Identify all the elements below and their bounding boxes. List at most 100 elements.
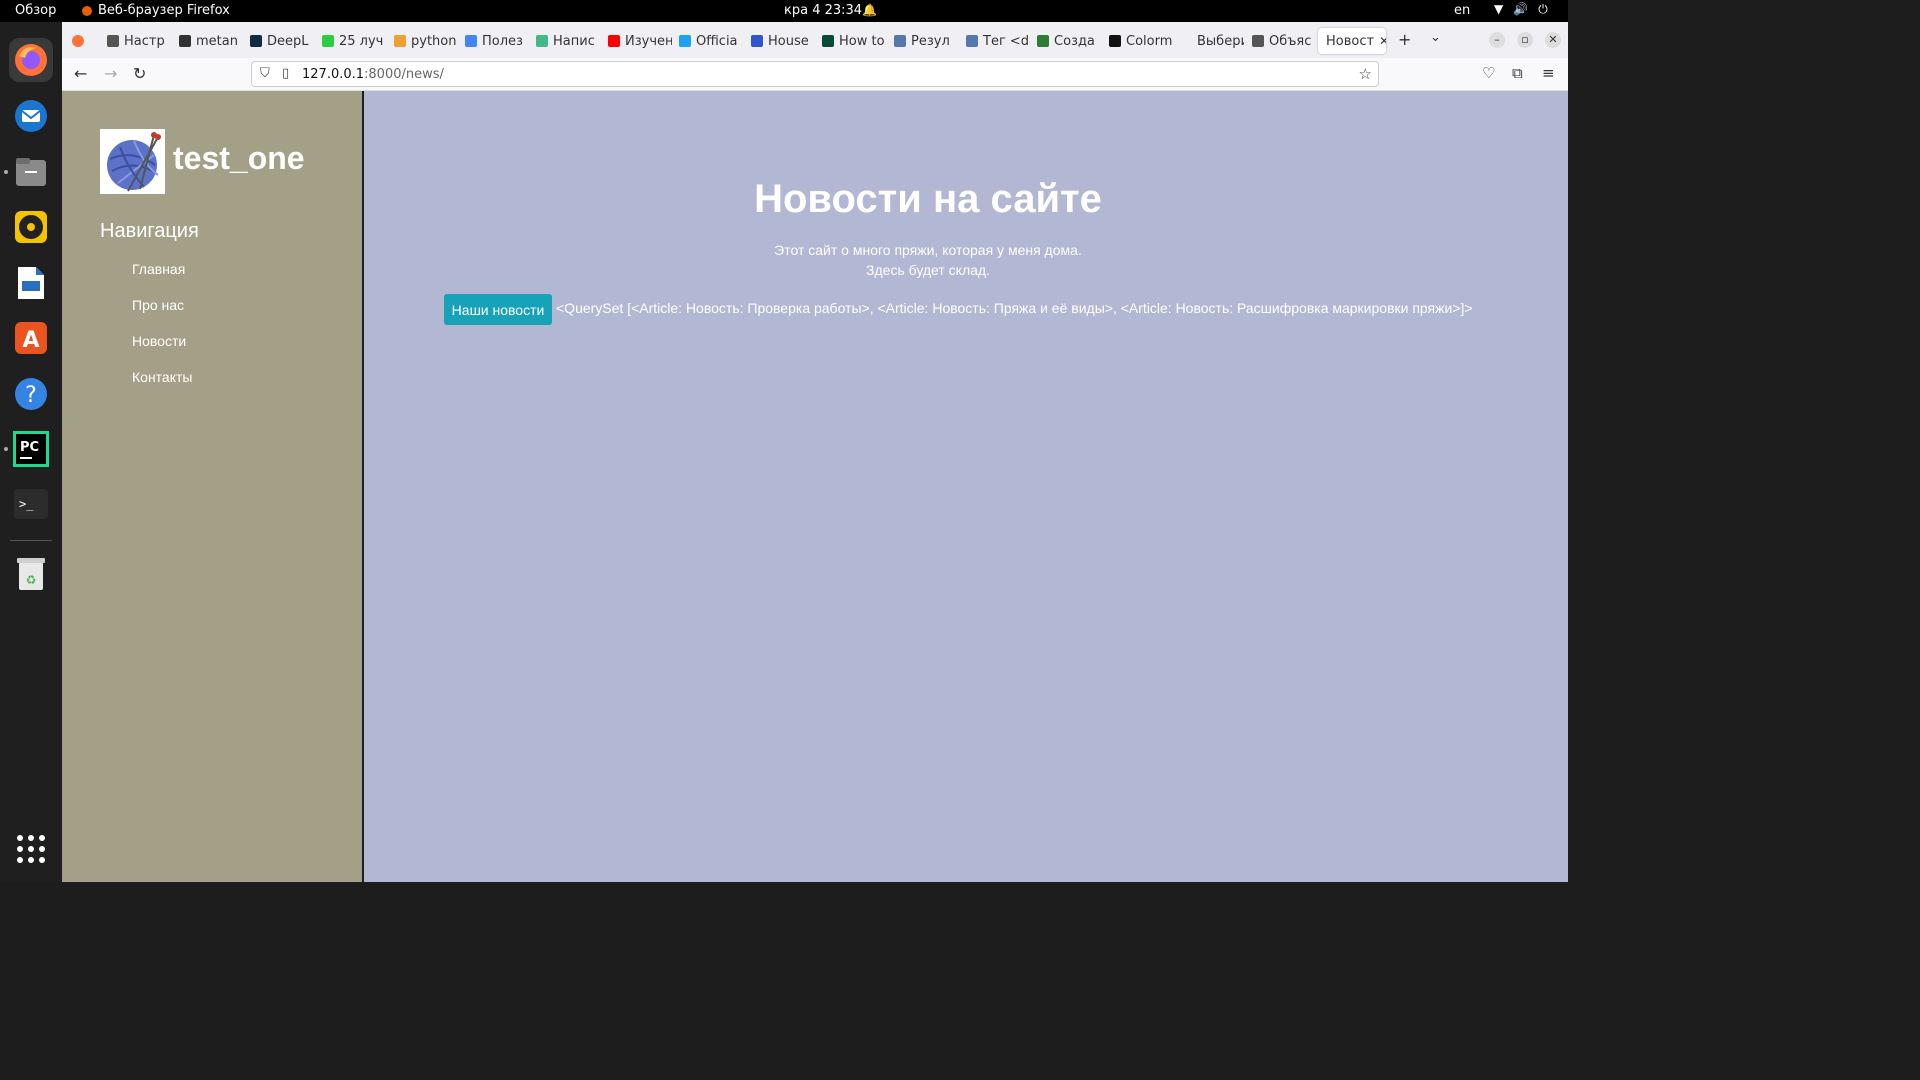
tab-favicon-icon [608, 35, 620, 47]
browser-tab[interactable]: Настр [107, 28, 171, 54]
browser-tab[interactable]: How to [822, 28, 886, 54]
clock[interactable]: кра 4 23:34 [784, 3, 862, 18]
tab-label: Colorm [1126, 33, 1173, 49]
firefox-icon[interactable] [9, 38, 53, 82]
tab-favicon-icon [536, 35, 548, 47]
active-app-indicator[interactable]: Веб-браузер Firefox [82, 3, 230, 18]
list-all-tabs-icon[interactable]: ⌄ [1430, 30, 1441, 45]
site-sidebar: test_one Навигация Главная Про нас Новос… [62, 91, 362, 882]
queryset-output: <QuerySet [<Article: Новость: Проверка р… [556, 300, 1473, 316]
our-news-button[interactable]: Наши новости [444, 294, 552, 325]
reload-button[interactable]: ↻ [133, 64, 146, 83]
nav-link-contacts[interactable]: Контакты [132, 369, 192, 405]
browser-tab[interactable]: Colorm [1109, 28, 1173, 54]
files-icon[interactable] [9, 150, 53, 194]
browser-tab[interactable]: Выберит [1180, 28, 1244, 54]
browser-tab[interactable]: 25 луч [322, 28, 386, 54]
tab-label: Настр [124, 33, 165, 49]
forward-button[interactable]: → [104, 64, 117, 83]
browser-tab[interactable]: python [394, 28, 458, 54]
url-host: 127.0.0.1 [302, 67, 365, 82]
tab-label: Выберит [1197, 33, 1244, 49]
running-indicator [4, 170, 8, 174]
active-app-name: Веб-браузер Firefox [98, 3, 230, 18]
pocket-icon[interactable]: ♡ [1482, 64, 1495, 82]
site-main-content: Новости на сайте Этот сайт о много пряжи… [364, 91, 1568, 882]
nav-link-news[interactable]: Новости [132, 333, 192, 369]
browser-tab[interactable]: Полез [465, 28, 529, 54]
close-tab-icon[interactable]: ✕ [1379, 34, 1386, 48]
bookmark-star-icon[interactable]: ☆ [1359, 65, 1372, 83]
back-button[interactable]: ← [74, 64, 87, 83]
writer-icon[interactable] [9, 261, 53, 305]
svg-text:?: ? [25, 383, 37, 408]
tab-favicon-icon [966, 35, 978, 47]
tab-favicon-icon [179, 35, 191, 47]
nav-link-about[interactable]: Про нас [132, 297, 192, 333]
dock-separator [10, 540, 52, 541]
power-icon: ⏻ [1538, 2, 1548, 16]
new-tab-button[interactable]: + [1398, 30, 1411, 49]
activities-overview[interactable]: Обзор [15, 3, 56, 18]
wifi-icon: ▼ [1494, 2, 1504, 16]
rhythmbox-icon[interactable] [9, 205, 53, 249]
close-window-button[interactable]: ✕ [1545, 32, 1561, 48]
browser-tab[interactable]: Резул [894, 28, 958, 54]
minimize-button[interactable]: – [1489, 32, 1505, 48]
browser-tab[interactable]: Объяс [1252, 28, 1316, 54]
browser-tab[interactable]: Изучен [608, 28, 672, 54]
url-path: :8000/news/ [364, 67, 444, 82]
browser-tab-bar: Настр metan DeepL 25 луч python Полез Напис Изу… [62, 22, 1568, 58]
svg-text:PC: PC [20, 440, 39, 455]
show-applications-icon[interactable] [17, 835, 45, 863]
tab-active[interactable]: Новост ✕ [1318, 28, 1386, 54]
keyboard-layout[interactable]: en [1454, 3, 1470, 18]
thunderbird-icon[interactable] [9, 94, 53, 138]
svg-text:♻: ♻ [26, 573, 37, 587]
browser-tab[interactable]: House [751, 28, 815, 54]
menu-icon[interactable]: ≡ [1542, 64, 1555, 82]
tab-label: Officia [696, 33, 738, 49]
firefox-view-icon [72, 35, 84, 47]
system-tray[interactable]: ▼ 🔊 ⏻ [1494, 2, 1548, 17]
site-title: test_one [173, 140, 305, 176]
tab-favicon-icon [322, 35, 334, 47]
browser-tab[interactable]: DeepL [250, 28, 314, 54]
extensions-icon[interactable]: ⧉ [1512, 64, 1523, 82]
description-line: Этот сайт о много пряжи, которая у меня … [774, 242, 1082, 258]
tab-label: Созда [1054, 33, 1095, 49]
tab-label: 25 луч [339, 33, 384, 49]
tab-label: Новост [1326, 33, 1375, 49]
restore-button[interactable]: ▫ [1517, 32, 1533, 48]
tab-favicon-icon [1252, 35, 1264, 47]
running-indicator [4, 447, 8, 451]
site-nav-list: Главная Про нас Новости Контакты [132, 261, 192, 405]
url-bar[interactable]: ⛉ ▯ 127.0.0.1:8000/news/ ☆ [251, 61, 1379, 87]
system-top-bar: Обзор Веб-браузер Firefox кра 4 23:34 🔔 … [0, 0, 1568, 22]
firefox-view-tab[interactable] [72, 28, 84, 54]
tab-favicon-icon [107, 35, 119, 47]
page-info-icon[interactable]: ▯ [282, 66, 289, 81]
browser-tab[interactable]: metan [179, 28, 243, 54]
browser-tab[interactable]: Officia [679, 28, 743, 54]
help-icon[interactable]: ? [9, 372, 53, 416]
tab-label: Тег <di [983, 33, 1030, 49]
tab-favicon-icon [394, 35, 406, 47]
notification-bell-icon: 🔔 [862, 3, 877, 17]
tab-label: House [768, 33, 809, 49]
tracking-protection-icon[interactable]: ⛉ [260, 66, 270, 81]
browser-tab[interactable]: Напис [536, 28, 600, 54]
pycharm-icon[interactable]: PC [9, 427, 53, 471]
tab-favicon-icon [1037, 35, 1049, 47]
url-text[interactable]: 127.0.0.1:8000/news/ [302, 67, 444, 82]
app-center-icon[interactable]: A [9, 316, 53, 360]
nav-link-home[interactable]: Главная [132, 261, 192, 297]
description-line: Здесь будет склад. [866, 262, 990, 278]
tab-favicon-icon [679, 35, 691, 47]
browser-tab[interactable]: Созда [1037, 28, 1101, 54]
firefox-small-icon [82, 5, 92, 16]
terminal-icon[interactable]: >_ [9, 482, 53, 526]
trash-icon[interactable]: ♻ [9, 552, 53, 596]
tab-label: Объяс [1269, 33, 1312, 49]
browser-tab[interactable]: Тег <di [966, 28, 1030, 54]
